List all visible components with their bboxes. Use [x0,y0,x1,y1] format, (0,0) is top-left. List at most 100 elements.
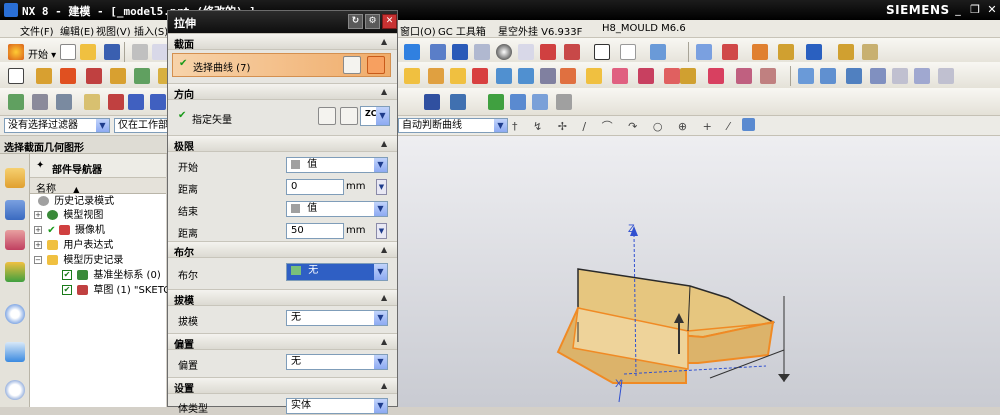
block-icon[interactable] [86,68,102,84]
visibility-checkbox[interactable]: ✔ [62,270,72,280]
hole-icon[interactable] [404,44,420,60]
limits-group-header[interactable]: 极限 ▲ [168,135,397,153]
sketch-section-button[interactable] [343,56,361,74]
pin-icon[interactable]: ✦ [36,160,44,171]
start-icon[interactable] [8,44,24,60]
analysis-icon[interactable] [510,94,526,110]
split-body-icon[interactable] [450,68,466,84]
pencil-icon[interactable] [424,94,440,110]
graphics-window[interactable]: Z X [398,136,1000,407]
offset-face-icon[interactable] [540,68,556,84]
plane-icon[interactable] [128,94,144,110]
expand-icon[interactable]: + [34,226,42,234]
replace-face-icon[interactable] [586,68,602,84]
layer-icon[interactable] [564,44,580,60]
menu-file[interactable]: 文件(F) [20,23,54,38]
tree-node-history-mode[interactable]: 历史记录模式 [38,195,114,209]
cylinder-icon[interactable] [110,68,126,84]
menu-star-plugin[interactable]: 星空外挂 V6.933F [498,23,582,38]
start-distance-spinner[interactable]: ▼ [376,179,387,195]
help-info-tab-icon[interactable] [5,304,25,324]
offset-region-icon[interactable] [680,68,696,84]
render-style-icon[interactable] [540,44,556,60]
datum-csys-icon[interactable] [8,94,24,110]
visibility-checkbox[interactable]: ✔ [62,285,72,295]
route-icon[interactable] [722,44,738,60]
shaded-edges-icon[interactable] [430,44,446,60]
select-icon[interactable] [650,44,666,60]
navigator-column-header[interactable]: 名称 ▲ [30,178,166,195]
snap-point-icons[interactable]: † ↯ ✢ ∕ ⌒ ↷ ○ ⊕ + ⁄ ⌂ [512,118,752,133]
end-distance-input[interactable]: 50 [286,223,344,239]
dialog-title-bar[interactable]: 拉伸 ↻ ⚙ ✕ [168,11,397,33]
menu-window[interactable]: 窗口(O) [400,23,436,38]
resize-face-icon[interactable] [638,68,654,84]
menu-gc-toolbox[interactable]: GC 工具箱 [438,23,486,38]
curvature-icon[interactable] [532,94,548,110]
sketch-icon[interactable] [8,68,24,84]
draft-group-header[interactable]: 拔模 ▲ [168,289,397,307]
direction-group-header[interactable]: 方向 ▲ [168,83,397,101]
wireframe-icon[interactable] [474,44,490,60]
color-icon[interactable] [594,44,610,60]
settings-group-header[interactable]: 设置 ▲ [168,377,397,395]
menu-edit[interactable]: 编辑(E) [60,23,94,38]
pull-face-icon[interactable] [664,68,680,84]
thread-icon[interactable] [472,68,488,84]
boolean-select[interactable]: 无 ▼ [286,263,388,281]
tree-node-model-history[interactable]: − 模型历史记录 [34,254,123,268]
close-icon[interactable]: ✕ [985,3,999,17]
reset-icon[interactable]: ↻ [348,14,363,29]
cut-face-icon[interactable] [760,68,776,84]
expand-icon[interactable]: + [34,211,42,219]
selection-filter-select[interactable]: 没有选择过滤器 ▼ [4,118,110,133]
vector-dialog-button[interactable] [340,107,358,125]
start-type-select[interactable]: 值 ▼ [286,157,388,173]
select-curve-row[interactable]: ✔ 选择曲线 (7) [172,53,391,77]
tree-node-user-expressions[interactable]: + 用户表达式 [34,239,113,253]
move-icon[interactable] [778,44,794,60]
surface-icon[interactable] [798,68,814,84]
mesh-icon[interactable] [820,68,836,84]
tree-node-datum-csys[interactable]: ✔ 基准坐标系 (0) [62,269,161,283]
minimize-icon[interactable]: _ [951,3,965,17]
pattern-face-icon[interactable] [708,68,724,84]
extrude-icon[interactable] [36,68,52,84]
measure-icon[interactable] [838,44,854,60]
white-bg-icon[interactable] [620,44,636,60]
studio-surface-icon[interactable] [914,68,930,84]
constraint-navigator-tab-icon[interactable] [5,230,25,250]
reuse-library-tab-icon[interactable] [5,262,25,282]
draft-select[interactable]: 无 ▼ [286,310,388,326]
scope-select[interactable]: 仅在工作部件 [114,118,170,133]
ruler-icon[interactable] [862,44,878,60]
brush-icon[interactable] [450,94,466,110]
assembly-icon[interactable] [696,44,712,60]
menu-insert[interactable]: 插入(S) [134,23,168,38]
layer-settings-icon[interactable] [32,94,48,110]
save-icon[interactable] [104,44,120,60]
end-type-select[interactable]: 值 ▼ [286,201,388,217]
body-type-select[interactable]: 实体 ▼ [286,398,388,414]
new-file-icon[interactable] [60,44,76,60]
play-icon[interactable] [806,44,822,60]
wcs-icon[interactable] [84,94,100,110]
gear-icon[interactable]: ⚙ [365,14,380,29]
expand-icon[interactable]: + [34,241,42,249]
open-folder-icon[interactable] [80,44,96,60]
ruled-icon[interactable] [846,68,862,84]
copy-icon[interactable] [152,44,168,60]
trim-body-icon[interactable] [428,68,444,84]
restore-icon[interactable]: ❐ [968,3,982,17]
section-analysis-icon[interactable] [556,94,572,110]
tree-node-cameras[interactable]: + ✔ 摄像机 [34,224,105,238]
section-group-header[interactable]: 截面 ▲ [168,33,397,51]
part-navigator-tab-icon[interactable] [5,168,25,188]
bridge-icon[interactable] [892,68,908,84]
reverse-direction-button[interactable] [318,107,336,125]
sphere-view-icon[interactable] [496,44,512,60]
end-distance-spinner[interactable]: ▼ [376,223,387,239]
collapse-icon[interactable]: − [34,256,42,264]
start-menu-button[interactable]: 开始 ▾ [28,46,56,61]
shell-icon[interactable] [404,68,420,84]
